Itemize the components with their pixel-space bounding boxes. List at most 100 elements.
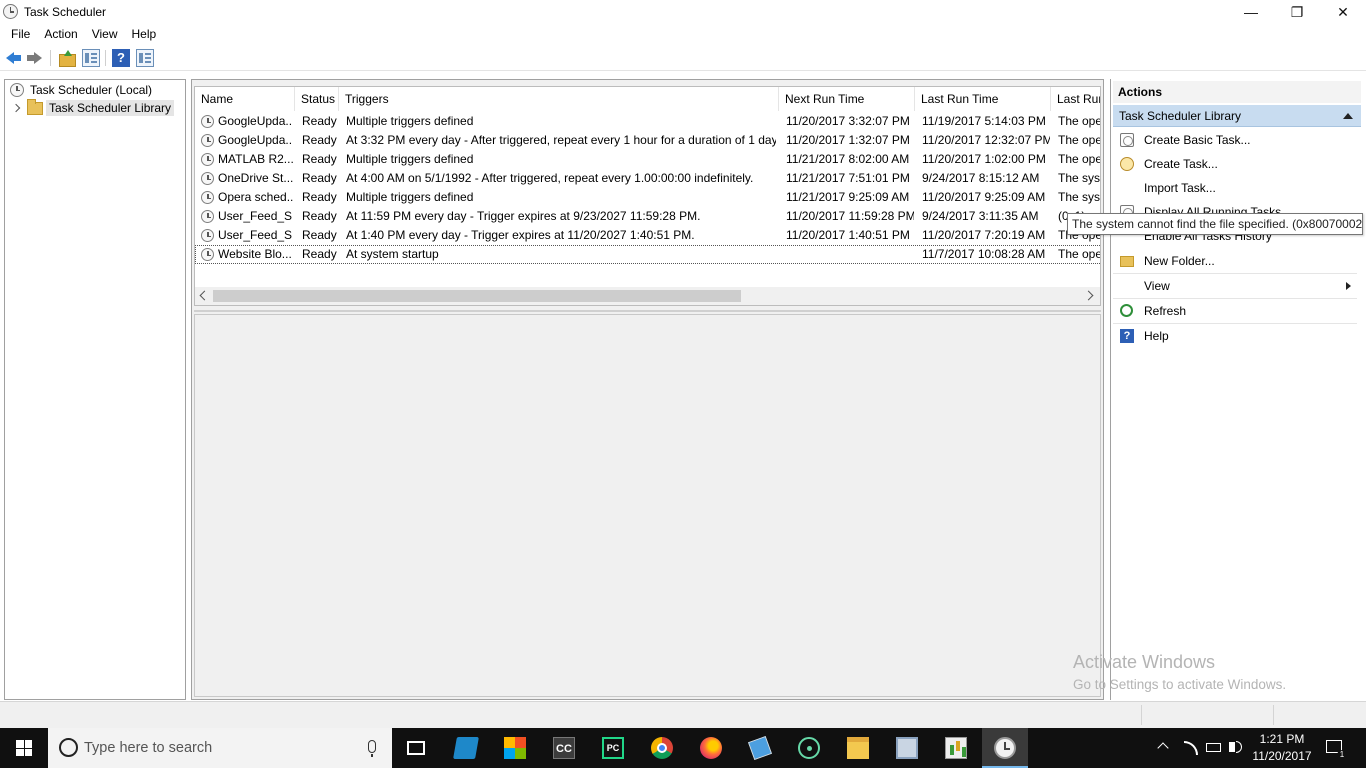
pane-splitter[interactable] xyxy=(194,310,1101,312)
toolbar-separator xyxy=(50,50,51,66)
taskbar: Type here to search CC PC 1:21 PM 11/20/… xyxy=(0,728,1366,768)
start-button[interactable] xyxy=(0,728,48,768)
menu-help[interactable]: Help xyxy=(125,24,164,44)
up-folder-icon[interactable] xyxy=(58,49,76,67)
show-hide-console-tree-icon[interactable] xyxy=(82,49,100,67)
scroll-left-icon[interactable] xyxy=(199,290,210,301)
cell-last-run-result: The ope xyxy=(1058,133,1101,147)
chrome-icon xyxy=(651,737,673,759)
column-header-status[interactable]: Status xyxy=(295,87,339,111)
cell-name: Opera sched... xyxy=(201,188,293,207)
taskbar-app-this-pc[interactable] xyxy=(443,728,489,768)
taskbar-app-store[interactable] xyxy=(492,728,538,768)
taskbar-app-firefox[interactable] xyxy=(688,728,734,768)
table-row[interactable]: Website Blo... Ready At system startup 1… xyxy=(195,245,1101,264)
action-create-task[interactable]: Create Task... xyxy=(1113,152,1361,176)
taskbar-app-file-explorer[interactable] xyxy=(835,728,881,768)
action-import-task[interactable]: Import Task... xyxy=(1113,176,1361,200)
actions-section-label: Task Scheduler Library xyxy=(1119,109,1242,123)
cell-status: Ready xyxy=(302,247,337,261)
table-row[interactable]: GoogleUpda... Ready At 3:32 PM every day… xyxy=(195,131,1101,150)
center-pane: Name Status Triggers Next Run Time Last … xyxy=(191,79,1104,700)
taskbar-app-task-scheduler[interactable] xyxy=(982,728,1028,768)
cell-name: GoogleUpda... xyxy=(201,131,293,150)
taskbar-search-box[interactable]: Type here to search xyxy=(48,728,392,768)
scrollbar-thumb[interactable] xyxy=(213,290,741,302)
taskbar-clock-time[interactable]: 1:21 PM xyxy=(1250,732,1314,746)
taskbar-app-notepad[interactable] xyxy=(737,728,783,768)
actions-section-header[interactable]: Task Scheduler Library xyxy=(1113,105,1361,127)
table-row[interactable]: MATLAB R2... Ready Multiple triggers def… xyxy=(195,150,1101,169)
volume-icon[interactable] xyxy=(1229,741,1242,753)
cell-status: Ready xyxy=(302,171,337,185)
taskbar-app-atom[interactable] xyxy=(786,728,832,768)
cell-status: Ready xyxy=(302,152,337,166)
network-icon[interactable] xyxy=(1184,741,1198,755)
action-new-folder[interactable]: New Folder... xyxy=(1113,249,1361,273)
cell-last-run-result: The ope xyxy=(1058,152,1101,166)
pycharm-icon: PC xyxy=(602,737,624,759)
table-row[interactable]: User_Feed_S... Ready At 11:59 PM every d… xyxy=(195,207,1100,226)
help-icon: ? xyxy=(1120,329,1134,343)
action-refresh[interactable]: Refresh xyxy=(1113,299,1361,323)
taskbar-clock-date[interactable]: 11/20/2017 xyxy=(1250,749,1314,763)
cell-status: Ready xyxy=(302,190,337,204)
horizontal-scrollbar[interactable] xyxy=(195,287,1100,305)
battery-icon[interactable] xyxy=(1206,743,1221,752)
action-create-basic-task[interactable]: Create Basic Task... xyxy=(1113,128,1361,152)
table-row[interactable]: User_Feed_S... Ready At 1:40 PM every da… xyxy=(195,226,1100,245)
submenu-arrow-icon xyxy=(1346,282,1351,290)
task-clock-icon xyxy=(201,172,214,185)
tree-node-local[interactable]: Task Scheduler (Local) xyxy=(10,81,152,99)
taskbar-app-chart[interactable] xyxy=(933,728,979,768)
task-view-button[interactable] xyxy=(393,728,439,768)
taskbar-app-cc[interactable]: CC xyxy=(541,728,587,768)
taskbar-app-pycharm[interactable]: PC xyxy=(590,728,636,768)
menu-action[interactable]: Action xyxy=(37,24,84,44)
task-clock-icon xyxy=(201,191,214,204)
table-row[interactable]: OneDrive St... Ready At 4:00 AM on 5/1/1… xyxy=(195,169,1101,188)
restore-button[interactable]: ❐ xyxy=(1274,0,1320,24)
cell-last-run-result: The syst xyxy=(1058,171,1101,185)
menu-view[interactable]: View xyxy=(85,24,125,44)
cell-next-run-time: 11/20/2017 1:32:07 PM xyxy=(786,133,910,147)
minimize-button[interactable]: — xyxy=(1228,0,1274,24)
taskbar-app-remote-desktop[interactable] xyxy=(884,728,930,768)
close-button[interactable]: ✕ xyxy=(1320,0,1366,24)
cell-status: Ready xyxy=(302,209,337,223)
action-label: Create Basic Task... xyxy=(1144,133,1251,147)
menu-file[interactable]: File xyxy=(4,24,37,44)
action-label: Create Task... xyxy=(1144,157,1218,171)
toolbar: ? xyxy=(0,45,1366,71)
back-arrow-icon[interactable] xyxy=(4,49,22,67)
action-help[interactable]: ? Help xyxy=(1113,324,1361,348)
action-view[interactable]: View xyxy=(1113,274,1361,298)
table-row[interactable]: Opera sched... Ready Multiple triggers d… xyxy=(195,188,1100,207)
help-icon[interactable]: ? xyxy=(112,49,130,67)
tree-node-label: Task Scheduler Library xyxy=(46,100,175,116)
activation-watermark-subtitle: Go to Settings to activate Windows. xyxy=(1073,677,1287,692)
microphone-icon[interactable] xyxy=(368,740,376,757)
task-scheduler-app-icon xyxy=(3,4,18,19)
chevron-right-icon[interactable] xyxy=(11,103,21,113)
forward-arrow-icon[interactable] xyxy=(26,49,44,67)
taskbar-app-chrome[interactable] xyxy=(639,728,685,768)
column-header-last-run-time[interactable]: Last Run Time xyxy=(915,87,1051,111)
action-label: Refresh xyxy=(1144,304,1187,318)
notepad-icon xyxy=(748,736,772,760)
show-hide-action-pane-icon[interactable] xyxy=(136,49,154,67)
windows-logo-icon xyxy=(16,740,32,756)
show-hidden-icons-chevron-icon[interactable] xyxy=(1157,742,1169,754)
collapse-up-icon[interactable] xyxy=(1343,113,1353,119)
table-row[interactable]: GoogleUpda... Ready Multiple triggers de… xyxy=(195,112,1101,131)
tree-node-label: Task Scheduler (Local) xyxy=(30,83,153,97)
cell-last-run-result: The ope xyxy=(1058,114,1101,128)
column-header-triggers[interactable]: Triggers xyxy=(339,87,779,111)
column-header-last-run-result[interactable]: Last Run xyxy=(1051,87,1100,111)
column-header-name[interactable]: Name xyxy=(195,87,295,111)
scroll-right-icon[interactable] xyxy=(1083,290,1094,301)
cell-last-run-result: The ope xyxy=(1058,247,1101,261)
tree-node-library[interactable]: Task Scheduler Library xyxy=(11,98,175,117)
column-header-next-run-time[interactable]: Next Run Time xyxy=(779,87,915,111)
cell-name: User_Feed_S... xyxy=(201,226,293,245)
